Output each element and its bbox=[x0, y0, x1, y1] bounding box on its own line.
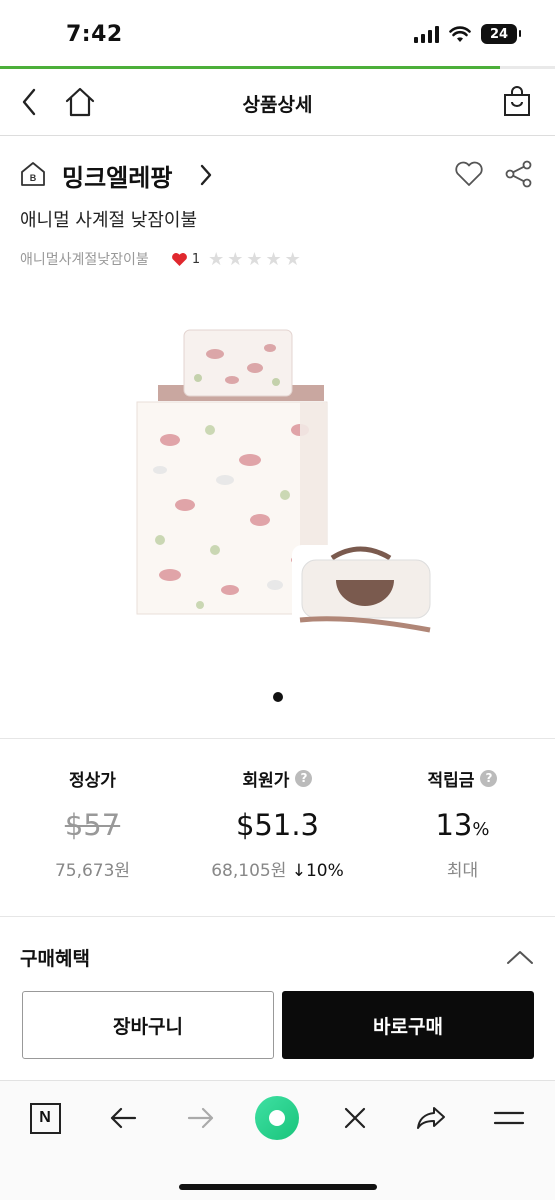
image-carousel-dots[interactable] bbox=[0, 692, 555, 702]
green-dot-button[interactable] bbox=[254, 1095, 300, 1141]
home-indicator[interactable] bbox=[179, 1184, 377, 1190]
app-header: 상품상세 bbox=[0, 70, 555, 136]
forward-arrow-icon bbox=[187, 1107, 214, 1129]
buy-now-button[interactable]: 바로구매 bbox=[282, 991, 534, 1059]
member-price-column: 회원가 ? $51.3 68,105원 ↓10% bbox=[185, 764, 370, 881]
member-price-krw: 68,105원 bbox=[211, 861, 287, 881]
browser-forward-button[interactable] bbox=[178, 1095, 224, 1141]
svg-text:B: B bbox=[30, 173, 37, 183]
brand-row: B 밍크엘레팡 bbox=[20, 156, 535, 196]
browser-toolbar: N bbox=[0, 1080, 555, 1200]
like-count: 1 bbox=[191, 251, 201, 267]
share-icon[interactable] bbox=[503, 158, 535, 190]
naver-n-button[interactable]: N bbox=[22, 1095, 68, 1141]
divider bbox=[0, 916, 555, 917]
heart-outline-icon[interactable] bbox=[453, 158, 485, 190]
star-icon: ★ bbox=[227, 248, 244, 270]
product-tag[interactable]: 애니멀사계절낮잠이불 bbox=[20, 249, 149, 269]
heart-filled-icon bbox=[171, 252, 187, 266]
points-column: 적립금 ? 13% 최대 bbox=[370, 764, 555, 881]
member-price-usd: $51.3 bbox=[235, 808, 320, 842]
product-photo bbox=[136, 329, 438, 637]
purchase-benefits-row[interactable]: 구매혜택 bbox=[20, 944, 535, 974]
member-price-sub: 68,105원 ↓10% bbox=[185, 856, 370, 881]
product-image[interactable] bbox=[0, 290, 555, 670]
wifi-icon bbox=[449, 25, 471, 42]
regular-price-usd: $57 bbox=[64, 808, 121, 842]
chevron-right-icon[interactable] bbox=[198, 162, 214, 188]
share-arrow-icon bbox=[417, 1107, 445, 1129]
regular-price-krw: 75,673원 bbox=[54, 861, 131, 881]
page-title: 상품상세 bbox=[242, 94, 313, 116]
menu-icon bbox=[493, 1111, 525, 1125]
regular-price-label: 정상가 bbox=[69, 770, 116, 791]
star-icon: ★ bbox=[246, 248, 263, 270]
points-label-row: 적립금 ? bbox=[428, 764, 498, 792]
benefits-title: 구매혜택 bbox=[20, 948, 90, 970]
browser-share-button[interactable] bbox=[408, 1095, 454, 1141]
points-note: 최대 bbox=[446, 861, 479, 881]
browser-back-button[interactable] bbox=[100, 1095, 146, 1141]
points-label: 적립금 bbox=[427, 770, 475, 791]
rating-stars: ★ ★ ★ ★ ★ bbox=[208, 249, 301, 270]
product-name: 애니멀 사계절 낮잠이불 bbox=[20, 210, 198, 231]
add-to-cart-button[interactable]: 장바구니 bbox=[22, 991, 274, 1059]
back-arrow-icon bbox=[110, 1107, 137, 1129]
carousel-dot[interactable] bbox=[272, 692, 283, 702]
shopping-bag-button[interactable] bbox=[497, 82, 537, 122]
battery-icon: 24 bbox=[481, 24, 521, 44]
status-time: 7:42 bbox=[66, 22, 123, 47]
star-icon: ★ bbox=[208, 248, 225, 270]
cellular-signal-icon bbox=[414, 25, 439, 43]
regular-price-column: 정상가 $57 75,673원 bbox=[0, 764, 185, 882]
brand-home-icon: B bbox=[21, 162, 45, 186]
member-price-label: 회원가 bbox=[242, 770, 290, 791]
brand-name-link[interactable]: 밍크엘레팡 bbox=[62, 158, 172, 193]
help-icon[interactable]: ? bbox=[480, 769, 498, 787]
shopping-bag-icon bbox=[504, 86, 530, 116]
points-value: 13 bbox=[435, 808, 473, 842]
status-icons: 24 bbox=[414, 24, 521, 44]
divider bbox=[0, 738, 555, 739]
chevron-up-icon[interactable] bbox=[505, 948, 535, 966]
points-value-row: 13% bbox=[370, 808, 555, 848]
naver-n-icon: N bbox=[29, 1102, 61, 1134]
member-discount: ↓10% bbox=[291, 861, 344, 881]
price-section: 정상가 $57 75,673원 회원가 ? $51.3 68,105원 ↓10%… bbox=[0, 764, 555, 881]
star-icon: ★ bbox=[265, 248, 282, 270]
close-icon bbox=[344, 1107, 366, 1129]
member-price-label-row: 회원가 ? bbox=[243, 764, 313, 792]
star-icon: ★ bbox=[284, 248, 301, 270]
product-meta-row: 애니멀사계절낮잠이불 1 ★ ★ ★ ★ ★ bbox=[20, 248, 301, 270]
browser-menu-button[interactable] bbox=[486, 1095, 532, 1141]
page-load-progress-fill bbox=[0, 66, 500, 69]
green-circle-icon bbox=[255, 1096, 299, 1140]
status-bar: 7:42 24 bbox=[0, 0, 555, 66]
help-icon[interactable]: ? bbox=[295, 769, 313, 787]
points-unit: % bbox=[472, 819, 490, 840]
browser-close-button[interactable] bbox=[332, 1095, 378, 1141]
page-load-progress bbox=[0, 66, 555, 69]
